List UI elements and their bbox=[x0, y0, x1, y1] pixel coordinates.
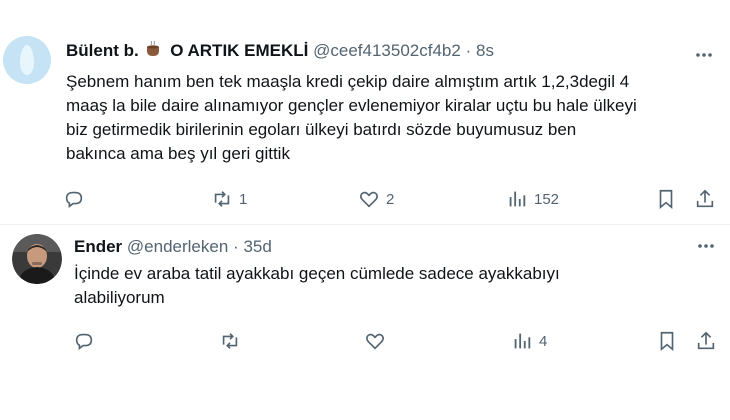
share-icon bbox=[696, 189, 714, 208]
more-icon[interactable] bbox=[694, 45, 714, 65]
user-handle[interactable]: @ceef413502cf4b2 bbox=[313, 41, 461, 60]
heart-icon bbox=[366, 333, 384, 350]
user-handle[interactable]: @enderleken bbox=[127, 237, 228, 256]
views-icon bbox=[509, 191, 526, 207]
views-icon bbox=[514, 333, 531, 349]
repost-icon bbox=[214, 191, 230, 207]
share-icon bbox=[697, 331, 715, 350]
tweet-text-line: alabiliyorum bbox=[74, 288, 165, 307]
separator: · bbox=[465, 41, 472, 60]
coffee-cup-icon bbox=[147, 40, 160, 56]
bookmark-icon bbox=[660, 331, 674, 352]
timestamp[interactable]: 8s bbox=[476, 41, 494, 60]
tweet-text-line: bakınca ama beş yıl geri gittik bbox=[66, 144, 290, 163]
tweet-text-line: maaş la bile daire alınamıyor gençler ev… bbox=[66, 96, 637, 115]
display-name[interactable]: Ender bbox=[74, 237, 122, 256]
views-button[interactable]: 4 bbox=[511, 330, 547, 352]
reply-button[interactable] bbox=[63, 188, 91, 210]
tweet[interactable]: Bülent b. O ARTIK EMEKLİ @ceef413502cf4b… bbox=[0, 0, 730, 225]
reply-button[interactable] bbox=[73, 330, 101, 352]
more-icon[interactable] bbox=[696, 236, 716, 256]
tweet-header: Bülent b. O ARTIK EMEKLİ @ceef413502cf4b… bbox=[66, 40, 494, 61]
display-name-suffix: O ARTIK EMEKLİ bbox=[170, 41, 309, 60]
default-avatar-icon bbox=[20, 45, 34, 75]
tweet-text: İçinde ev araba tatil ayakkabı geçen cüm… bbox=[74, 262, 714, 310]
avatar[interactable] bbox=[3, 36, 51, 84]
action-bar: 1 2 152 bbox=[0, 188, 730, 212]
like-button[interactable] bbox=[364, 330, 392, 352]
repost-count: 1 bbox=[239, 190, 248, 208]
views-button[interactable]: 152 bbox=[506, 188, 559, 210]
tweet-text-line: biz getirmedik birilerinin egoları ülkey… bbox=[66, 120, 577, 139]
repost-button[interactable] bbox=[219, 330, 247, 352]
share-button[interactable] bbox=[695, 330, 717, 352]
heart-icon bbox=[360, 191, 378, 208]
tweet-text-line: Şebnem hanım ben tek maaşla kredi çekip … bbox=[66, 72, 630, 91]
reply-icon bbox=[65, 191, 83, 208]
avatar[interactable] bbox=[12, 234, 62, 284]
bookmark-button[interactable] bbox=[655, 188, 677, 210]
repost-button[interactable]: 1 bbox=[211, 188, 247, 210]
tweet-header: Ender @enderleken · 35d bbox=[74, 237, 272, 257]
bookmark-icon bbox=[659, 189, 673, 210]
repost-icon bbox=[222, 333, 238, 349]
action-bar: 4 bbox=[0, 330, 730, 354]
tweet-text: Şebnem hanım ben tek maaşla kredi çekip … bbox=[66, 70, 716, 166]
like-button[interactable]: 2 bbox=[358, 188, 394, 210]
bookmark-button[interactable] bbox=[656, 330, 678, 352]
like-count: 2 bbox=[386, 190, 395, 208]
display-name[interactable]: Bülent b. bbox=[66, 41, 139, 60]
timestamp[interactable]: 35d bbox=[243, 237, 271, 256]
view-count: 152 bbox=[534, 190, 560, 208]
reply-icon bbox=[75, 333, 93, 350]
view-count: 4 bbox=[539, 332, 548, 350]
share-button[interactable] bbox=[694, 188, 716, 210]
tweet-text-line: İçinde ev araba tatil ayakkabı geçen cüm… bbox=[74, 264, 560, 283]
separator: · bbox=[233, 237, 239, 256]
